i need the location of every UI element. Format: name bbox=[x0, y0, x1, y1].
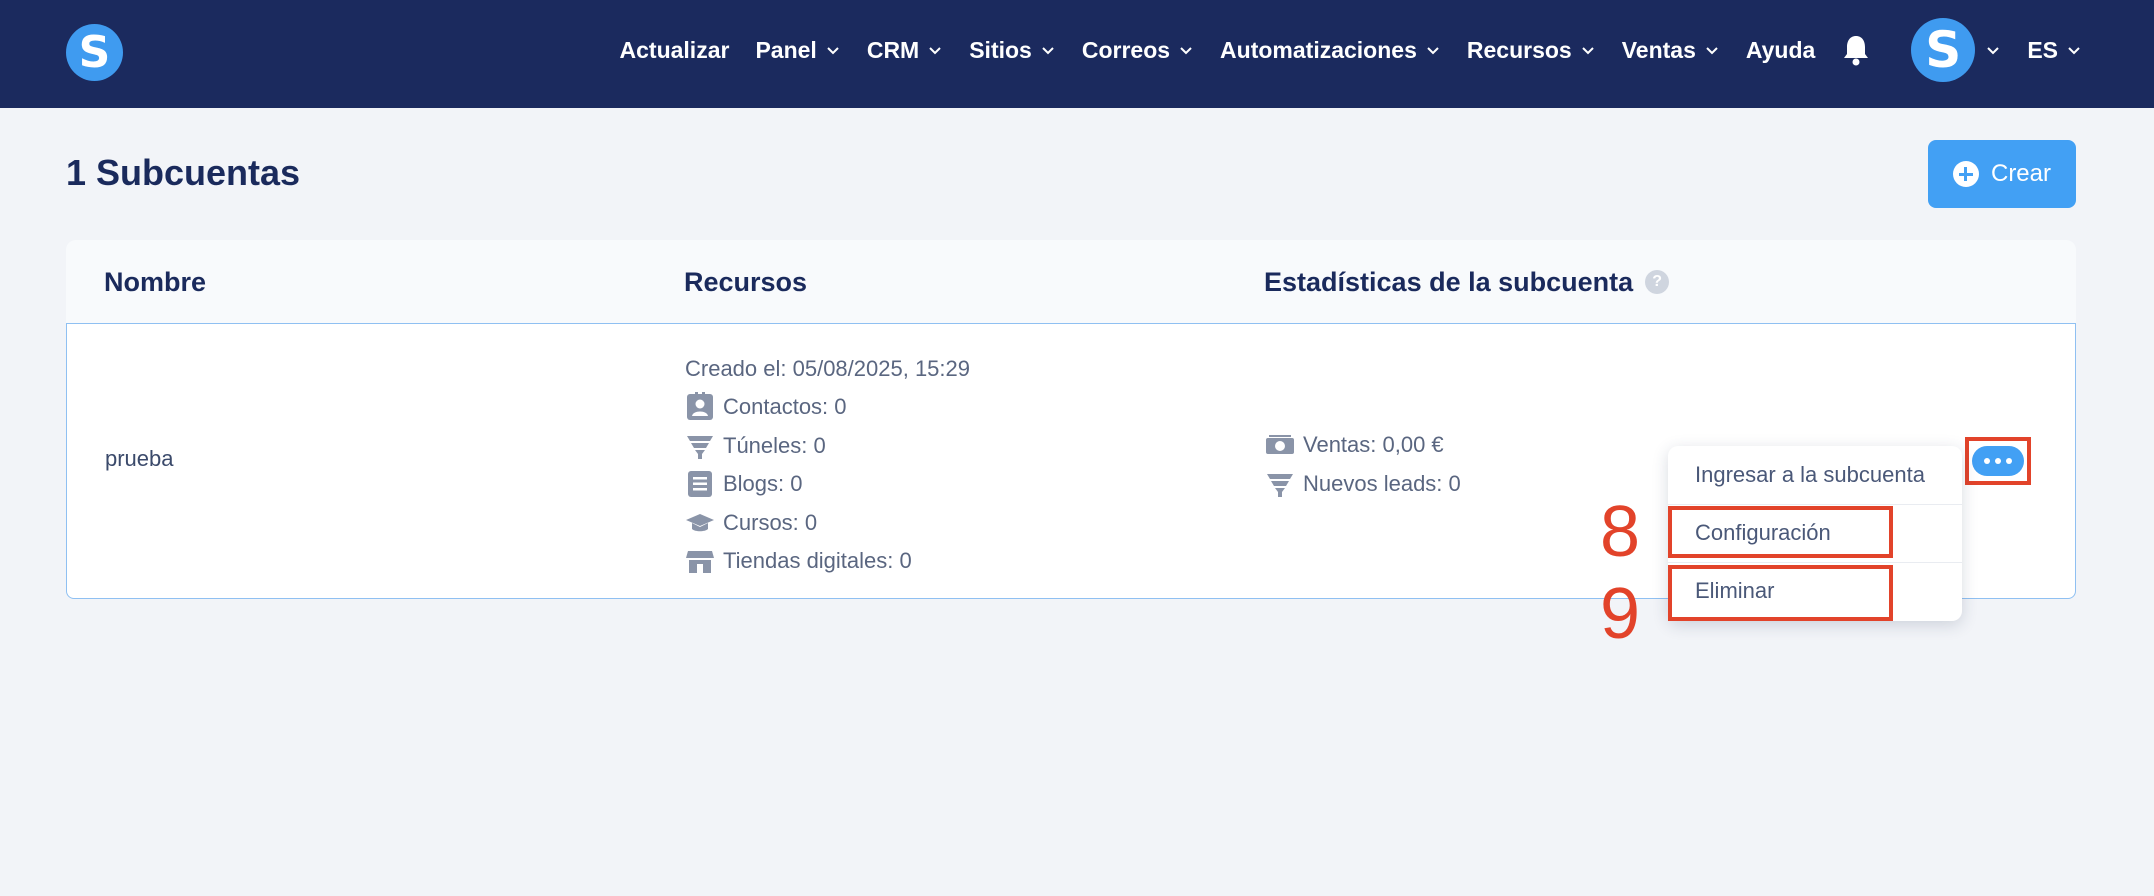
page-title: 1 Subcuentas bbox=[66, 152, 301, 193]
nav-automatizaciones[interactable]: Automatizaciones bbox=[1220, 37, 1441, 64]
nav-ayuda-label: Ayuda bbox=[1745, 36, 1816, 63]
funnel-icon bbox=[1267, 473, 1293, 497]
resources-cell: Creado el: 05/08/2025, 15:29 Contactos: … bbox=[685, 350, 970, 581]
create-button-label: Crear bbox=[1990, 160, 2051, 187]
more-actions-highlight bbox=[1965, 437, 2031, 485]
chevron-down-icon bbox=[1427, 47, 1439, 55]
column-header-stats-label: Estadísticas de la subcuenta bbox=[1264, 266, 1634, 297]
chevron-down-icon bbox=[929, 47, 941, 55]
nav-ventas-label: Ventas bbox=[1621, 36, 1696, 63]
money-icon bbox=[1266, 435, 1294, 455]
avatar-letter: S bbox=[1925, 21, 1962, 79]
logo-letter: S bbox=[78, 26, 111, 78]
resource-blogs: Blogs: 0 bbox=[685, 465, 970, 504]
resource-stores: Tiendas digitales: 0 bbox=[685, 542, 970, 581]
more-dots-icon bbox=[1984, 458, 1990, 464]
funnel-icon bbox=[687, 435, 713, 459]
step-number-8: 8 bbox=[1600, 492, 1641, 572]
language-selector[interactable]: ES bbox=[2027, 37, 2082, 64]
app-logo[interactable]: S bbox=[66, 24, 123, 81]
stats-cell: Ventas: 0,00 € Nuevos leads: 0 bbox=[1265, 426, 1461, 503]
created-date: Creado el: 05/08/2025, 15:29 bbox=[685, 356, 971, 381]
user-menu[interactable]: S bbox=[1897, 18, 2001, 82]
graduation-cap-icon bbox=[686, 513, 714, 531]
help-icon[interactable]: ? bbox=[1645, 270, 1670, 294]
nav-panel[interactable]: Panel bbox=[755, 37, 840, 64]
chevron-down-icon bbox=[1042, 47, 1054, 55]
top-navbar: S Actualizar Panel CRM Sitios Correos Au… bbox=[0, 0, 2154, 108]
resource-courses: Cursos: 0 bbox=[685, 504, 970, 543]
nav-crm[interactable]: CRM bbox=[867, 37, 943, 64]
nav-crm-label: CRM bbox=[866, 36, 920, 63]
resource-label: Contactos: 0 bbox=[723, 394, 847, 420]
more-dot bbox=[2006, 458, 2012, 464]
create-button[interactable]: Crear bbox=[1928, 140, 2076, 208]
nav-recursos-label: Recursos bbox=[1466, 36, 1572, 63]
resource-funnels: Túneles: 0 bbox=[685, 427, 970, 466]
nav-sitios-label: Sitios bbox=[969, 36, 1032, 63]
resource-label: Túneles: 0 bbox=[723, 432, 826, 458]
nav-automatizaciones-label: Automatizaciones bbox=[1220, 36, 1417, 63]
step-number-9: 9 bbox=[1600, 574, 1641, 654]
chevron-down-icon bbox=[2068, 47, 2080, 55]
column-header-name: Nombre bbox=[104, 266, 207, 297]
more-dot bbox=[1995, 458, 2001, 464]
resource-label: Cursos: 0 bbox=[723, 509, 818, 535]
language-label: ES bbox=[2027, 36, 2058, 63]
chevron-down-icon bbox=[1706, 47, 1718, 55]
highlight-settings bbox=[1668, 506, 1893, 558]
chevron-down-icon bbox=[1180, 47, 1192, 55]
plus-circle-icon bbox=[1952, 161, 1979, 187]
stat-new-leads: Nuevos leads: 0 bbox=[1265, 465, 1461, 504]
chevron-down-icon bbox=[1987, 47, 2000, 55]
nav-actualizar-label: Actualizar bbox=[619, 36, 730, 63]
blog-document-icon bbox=[688, 471, 712, 498]
column-header-stats: Estadísticas de la subcuenta ? bbox=[1264, 240, 1670, 324]
nav-correos-label: Correos bbox=[1081, 36, 1171, 63]
chevron-down-icon bbox=[827, 47, 839, 55]
nav-panel-label: Panel bbox=[755, 36, 817, 63]
contact-card-icon bbox=[687, 392, 713, 421]
table-header: Nombre Recursos Estadísticas de la subcu… bbox=[66, 240, 2076, 324]
stat-label: Nuevos leads: 0 bbox=[1303, 470, 1461, 496]
nav-ventas[interactable]: Ventas bbox=[1622, 37, 1720, 64]
stat-label: Ventas: 0,00 € bbox=[1303, 432, 1444, 458]
bell-icon[interactable] bbox=[1841, 33, 1871, 67]
main-nav: Actualizar Panel CRM Sitios Correos Auto… bbox=[620, 0, 2082, 100]
highlight-delete bbox=[1668, 565, 1893, 621]
nav-correos[interactable]: Correos bbox=[1082, 37, 1194, 64]
menu-item-enter-subaccount[interactable]: Ingresar a la subcuenta bbox=[1668, 446, 1962, 504]
avatar[interactable]: S bbox=[1911, 18, 1976, 82]
more-actions-button[interactable] bbox=[1972, 446, 2024, 476]
resource-label: Tiendas digitales: 0 bbox=[723, 548, 912, 574]
nav-ayuda[interactable]: Ayuda bbox=[1746, 37, 1815, 64]
nav-recursos[interactable]: Recursos bbox=[1467, 37, 1596, 64]
column-header-resources: Recursos bbox=[684, 266, 808, 297]
subaccount-name: prueba bbox=[105, 446, 174, 471]
chevron-down-icon bbox=[1581, 47, 1594, 55]
store-icon bbox=[686, 551, 714, 574]
nav-sitios[interactable]: Sitios bbox=[969, 37, 1056, 64]
nav-actualizar[interactable]: Actualizar bbox=[620, 37, 730, 64]
resource-label: Blogs: 0 bbox=[723, 471, 803, 497]
resource-contacts: Contactos: 0 bbox=[685, 388, 970, 427]
stat-sales: Ventas: 0,00 € bbox=[1265, 426, 1461, 465]
